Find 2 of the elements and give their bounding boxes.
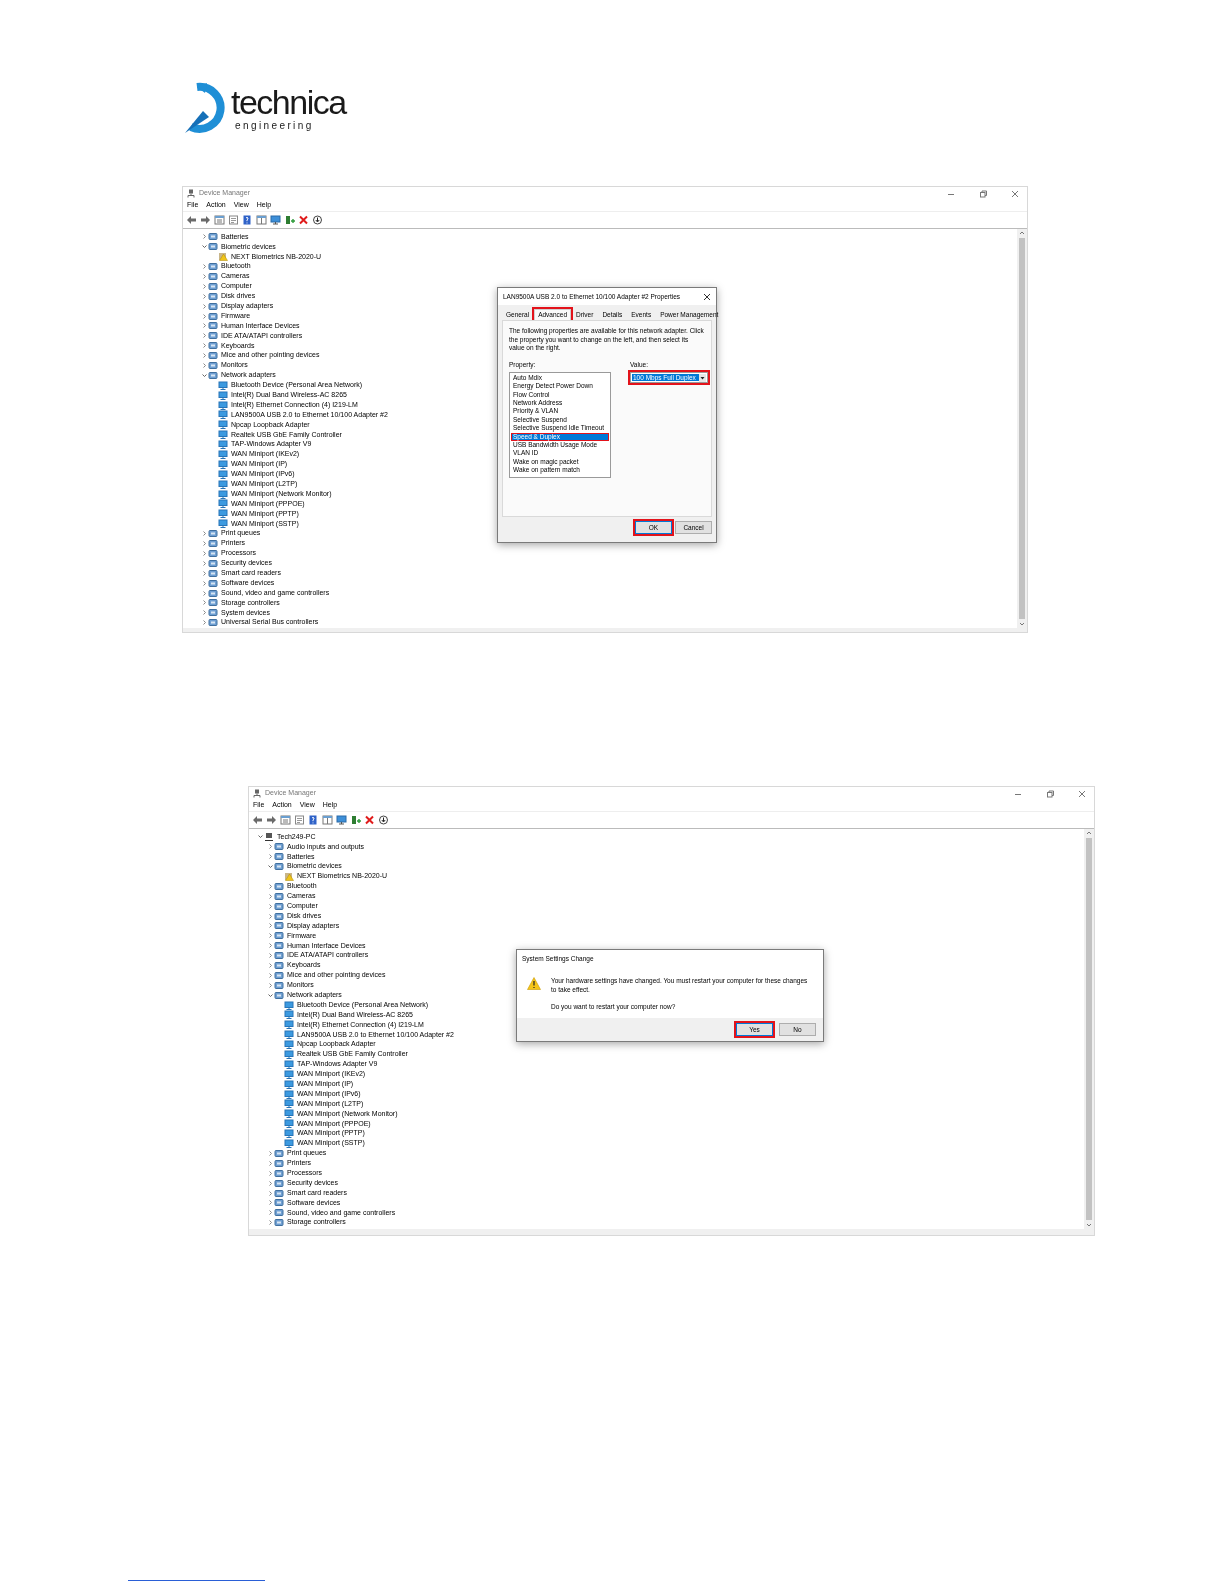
logo-tagline: engineering — [235, 121, 315, 131]
logo-text: technica — [231, 85, 346, 119]
